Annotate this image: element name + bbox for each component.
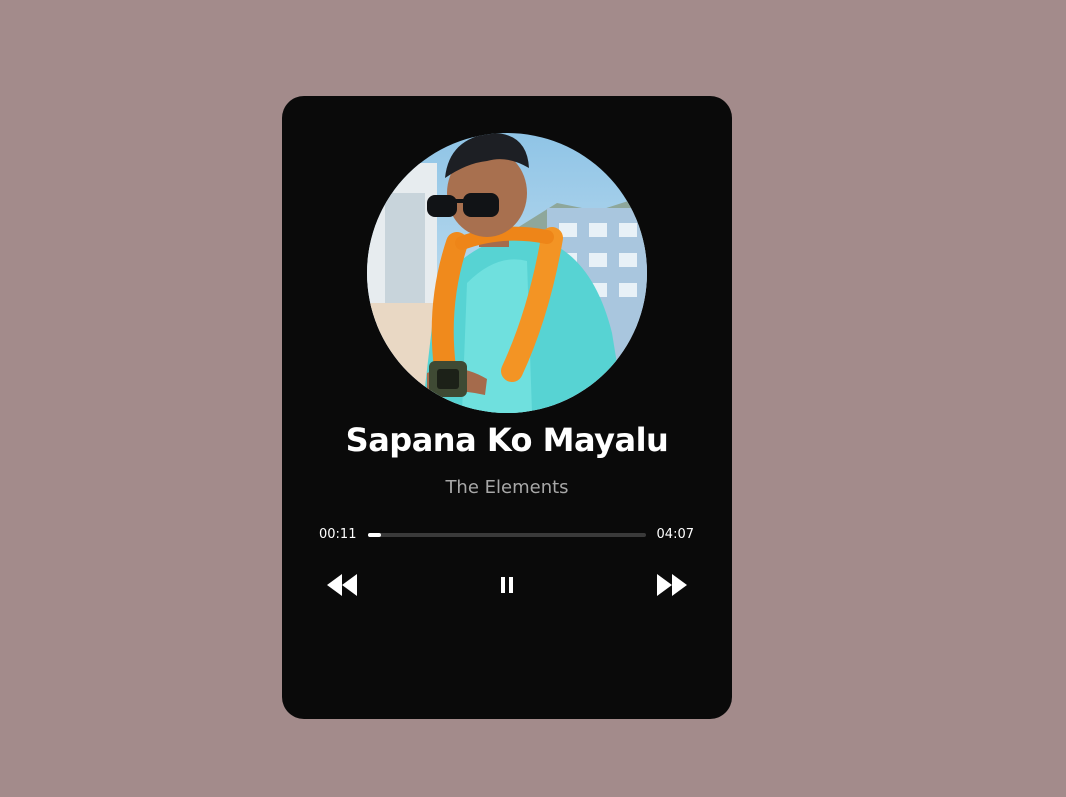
music-player-card: Sapana Ko Mayalu The Elements 00:11 04:0… <box>282 96 732 719</box>
progress-bar[interactable] <box>368 533 646 537</box>
fast-forward-icon <box>657 574 687 596</box>
artist-name: The Elements <box>445 477 569 498</box>
song-title: Sapana Ko Mayalu <box>345 421 669 459</box>
pause-icon <box>501 577 513 593</box>
progress-bar-fill <box>368 533 381 537</box>
current-time: 00:11 <box>319 527 357 542</box>
total-time: 04:07 <box>656 527 694 542</box>
next-button[interactable] <box>655 570 689 600</box>
previous-button[interactable] <box>325 570 359 600</box>
pause-button[interactable] <box>493 570 521 600</box>
rewind-icon <box>327 574 357 596</box>
album-cover-image <box>367 133 647 413</box>
